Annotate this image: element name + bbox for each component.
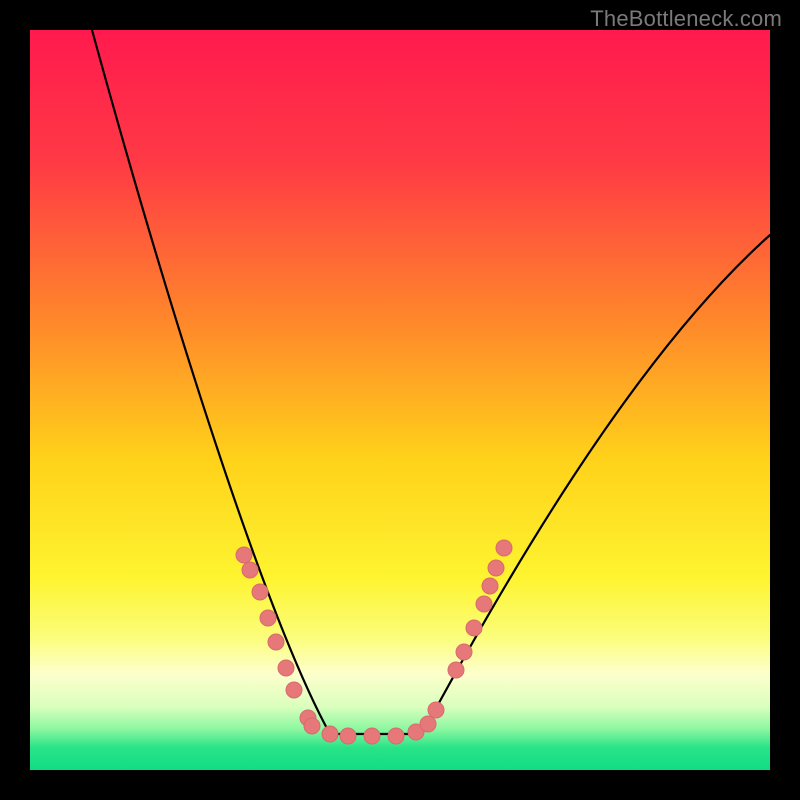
marker-dot <box>242 562 258 578</box>
marker-dot <box>252 584 268 600</box>
marker-dot <box>364 728 380 744</box>
marker-dot <box>420 716 436 732</box>
watermark-text: TheBottleneck.com <box>590 6 782 32</box>
marker-dot <box>388 728 404 744</box>
bottleneck-curve <box>92 30 770 734</box>
marker-dot <box>488 560 504 576</box>
marker-dot <box>448 662 464 678</box>
marker-dot <box>236 547 252 563</box>
marker-dot <box>268 634 284 650</box>
plot-area <box>30 30 770 770</box>
marker-dot <box>278 660 294 676</box>
marker-dot <box>286 682 302 698</box>
curve-markers <box>236 540 512 744</box>
chart-frame: TheBottleneck.com <box>0 0 800 800</box>
marker-dot <box>496 540 512 556</box>
marker-dot <box>428 702 444 718</box>
marker-dot <box>482 578 498 594</box>
marker-dot <box>304 718 320 734</box>
marker-dot <box>466 620 482 636</box>
marker-dot <box>322 726 338 742</box>
marker-dot <box>456 644 472 660</box>
marker-dot <box>340 728 356 744</box>
curve-layer <box>30 30 770 770</box>
marker-dot <box>260 610 276 626</box>
marker-dot <box>476 596 492 612</box>
